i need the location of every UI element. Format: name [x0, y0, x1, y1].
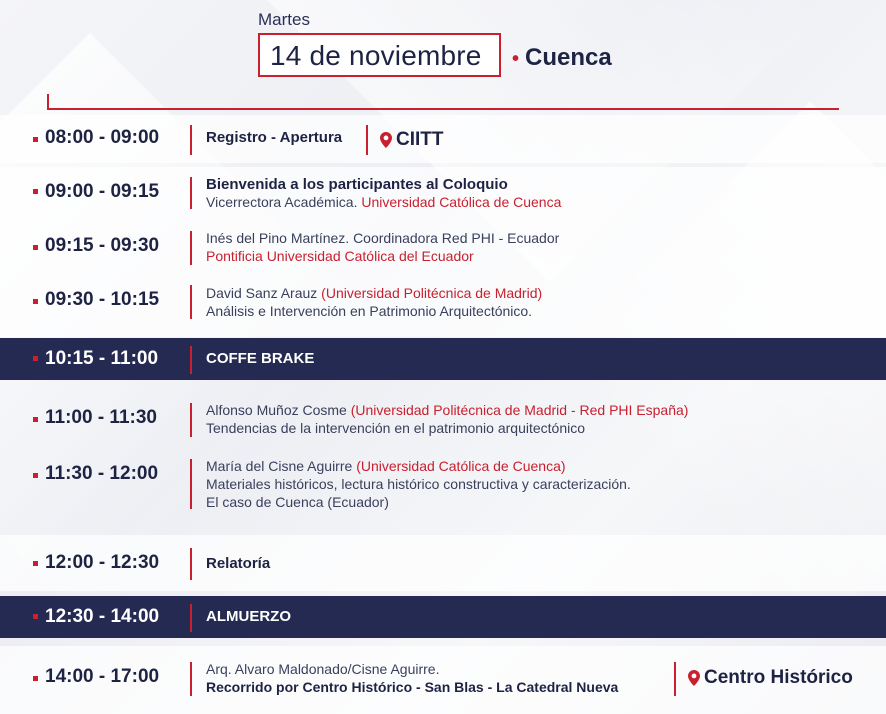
session-topic: Análisis e Intervención en Patrimonio Ar… — [206, 303, 533, 319]
session-title: Registro - Apertura — [206, 129, 343, 146]
separator — [190, 459, 192, 509]
session-detail: Vicerrectora Académica. Universidad Cató… — [206, 194, 561, 210]
schedule-row: 08:00 - 09:00 Registro - Apertura CIITT — [0, 115, 886, 163]
session-title: ALMUERZO — [206, 608, 291, 625]
schedule-row: 14:00 - 17:00 Arq. Alvaro Maldonado/Cisn… — [0, 646, 886, 714]
location-label: CIITT — [380, 129, 444, 151]
bullet — [33, 299, 38, 304]
date-box: 14 de noviembre — [258, 33, 501, 77]
header-divider-tick — [47, 94, 49, 110]
time-slot: 09:15 - 09:30 — [45, 235, 160, 256]
location-name: Centro Histórico — [704, 667, 853, 688]
separator — [190, 177, 192, 209]
separator — [366, 125, 368, 155]
separator — [190, 403, 192, 437]
time-slot: 10:15 - 11:00 — [45, 348, 159, 369]
schedule-row: 12:00 - 12:30 Relatoría — [0, 535, 886, 591]
header-divider — [47, 108, 839, 110]
separator — [190, 231, 192, 265]
city-label: • Cuenca — [512, 44, 612, 71]
session-detail: David Sanz Arauz (Universidad Politécnic… — [206, 285, 542, 301]
tour-text: Recorrido por Centro Histórico - San Bla… — [206, 679, 619, 695]
separator — [190, 346, 192, 374]
institution-text: Pontificia Universidad Católica del Ecua… — [206, 248, 474, 264]
session-detail: Arq. Alvaro Maldonado/Cisne Aguirre. — [206, 661, 440, 677]
separator — [190, 125, 192, 155]
bullet — [33, 189, 38, 194]
session-detail: María del Cisne Aguirre (Universidad Cat… — [206, 458, 566, 474]
time-slot: 12:00 - 12:30 — [45, 552, 160, 573]
session-topic: El caso de Cuenca (Ecuador) — [206, 494, 389, 510]
institution-text: (Universidad Politécnica de Madrid - Red… — [350, 402, 689, 418]
bullet — [33, 417, 38, 422]
institution-text: Universidad Católica de Cuenca — [361, 194, 562, 210]
time-slot: 08:00 - 09:00 — [45, 127, 160, 148]
bullet — [33, 137, 38, 142]
time-slot: 09:00 - 09:15 — [45, 181, 160, 202]
map-pin-icon — [688, 669, 700, 686]
schedule-row-break: 10:15 - 11:00 COFFE BRAKE — [0, 338, 886, 380]
speaker-text: Alfonso Muñoz Cosme — [206, 402, 351, 418]
session-title: Relatoría — [206, 555, 271, 572]
bullet — [33, 356, 38, 361]
date-label: 14 de noviembre — [270, 40, 482, 71]
session-title: COFFE BRAKE — [206, 350, 315, 367]
time-slot: 12:30 - 14:00 — [45, 606, 160, 627]
location-name: CIITT — [396, 129, 444, 150]
institution-text: (Universidad Católica de Cuenca) — [356, 458, 566, 474]
location-label: Centro Histórico — [688, 667, 853, 689]
schedule-row: 09:00 - 09:15 Bienvenida a los participa… — [0, 167, 886, 337]
bullet — [33, 614, 38, 619]
separator — [190, 662, 192, 696]
session-topic: Tendencias de la intervención en el patr… — [206, 420, 586, 436]
session-detail: Alfonso Muñoz Cosme (Universidad Politéc… — [206, 402, 688, 418]
institution-text: (Universidad Politécnica de Madrid) — [321, 285, 543, 301]
session-topic: Materiales históricos, lectura histórico… — [206, 476, 631, 492]
schedule-row: 11:00 - 11:30 Alfonso Muñoz Cosme (Unive… — [0, 390, 886, 530]
speaker-text: David Sanz Arauz — [206, 285, 322, 301]
bullet — [33, 676, 38, 681]
separator — [674, 662, 676, 696]
bullet — [33, 473, 38, 478]
day-label: Martes — [258, 10, 310, 29]
session-detail: Inés del Pino Martínez. Coordinadora Red… — [206, 230, 560, 246]
session-topic: Recorrido por Centro Histórico - San Bla… — [206, 679, 618, 695]
separator — [190, 285, 192, 319]
bullet — [33, 245, 38, 250]
time-slot: 14:00 - 17:00 — [45, 666, 160, 687]
session-title: Bienvenida a los participantes al Coloqu… — [206, 176, 508, 193]
bullet — [33, 561, 38, 566]
separator — [190, 548, 192, 580]
time-slot: 11:00 - 11:30 — [45, 407, 157, 428]
city-name: Cuenca — [525, 44, 612, 71]
separator — [190, 604, 192, 632]
map-pin-icon — [380, 131, 392, 148]
speaker-text: María del Cisne Aguirre — [206, 458, 357, 474]
time-slot: 09:30 - 10:15 — [45, 289, 160, 310]
schedule-row-break: 12:30 - 14:00 ALMUERZO — [0, 596, 886, 638]
time-slot: 11:30 - 12:00 — [45, 463, 159, 484]
detail-text: Vicerrectora Académica. — [206, 194, 362, 210]
